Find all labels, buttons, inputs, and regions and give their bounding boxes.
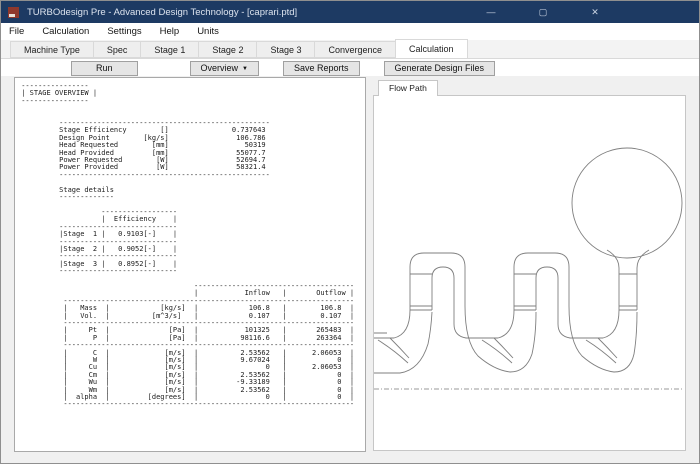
impeller3-blade-edges	[585, 337, 618, 364]
tab-convergence[interactable]: Convergence	[314, 41, 397, 58]
tab-stage-1[interactable]: Stage 1	[140, 41, 200, 58]
tab-flow-path[interactable]: Flow Path	[378, 80, 438, 96]
tab-stage-2[interactable]: Stage 2	[198, 41, 258, 58]
menu-file[interactable]: File	[1, 26, 33, 37]
stage1-inner-notch	[431, 266, 455, 324]
maximize-icon[interactable]: ▢	[529, 1, 557, 23]
run-button[interactable]: Run	[71, 60, 138, 76]
impeller2-bowl	[464, 305, 537, 373]
volute-circle	[571, 147, 683, 259]
flow-path-diagram	[374, 147, 683, 390]
chevron-down-icon: ▼	[242, 65, 248, 72]
stage2-inner-notch	[535, 266, 559, 324]
impeller2-blade-edges	[481, 337, 514, 364]
menu-bar: File Calculation Settings Help Units	[1, 23, 699, 40]
window-title: TURBOdesign Pre - Advanced Design Techno…	[27, 6, 298, 18]
content-area: ---------------- | STAGE OVERVIEW | ----…	[1, 76, 699, 463]
menu-help[interactable]: Help	[151, 26, 189, 37]
tab-calculation[interactable]: Calculation	[395, 39, 468, 58]
flow-path-panel	[373, 95, 686, 451]
stage1-2-crossover	[453, 309, 515, 339]
stage2-return-arch	[513, 252, 570, 310]
overview-label: Overview	[200, 62, 239, 73]
stage-overview-report-panel[interactable]: ---------------- | STAGE OVERVIEW | ----…	[14, 77, 366, 452]
stage1-return-arch	[409, 252, 466, 310]
minimize-icon[interactable]: —	[477, 1, 505, 23]
tab-spec[interactable]: Spec	[92, 41, 142, 58]
app-icon	[8, 6, 19, 18]
app-window: TURBOdesign Pre - Advanced Design Techno…	[0, 0, 700, 464]
impeller3-bowl	[568, 305, 638, 373]
stage-overview-report: ---------------- | STAGE OVERVIEW | ----…	[21, 82, 355, 409]
save-reports-button[interactable]: Save Reports	[282, 60, 360, 76]
main-tab-strip: Machine Type Spec Stage 1 Stage 2 Stage …	[1, 39, 699, 59]
inlet-channel	[374, 309, 411, 339]
menu-units[interactable]: Units	[188, 26, 228, 37]
menu-calculation[interactable]: Calculation	[33, 26, 98, 37]
vane-row-ticks	[410, 273, 637, 311]
menu-settings[interactable]: Settings	[98, 26, 150, 37]
overview-dropdown[interactable]: Overview ▼	[189, 60, 259, 76]
volute-neck	[606, 249, 650, 310]
close-icon[interactable]: ✕	[581, 1, 609, 23]
tab-stage-3[interactable]: Stage 3	[256, 41, 316, 58]
impeller1-blade-edges	[377, 337, 410, 364]
stage2-3-crossover	[557, 309, 620, 339]
generate-design-files-button[interactable]: Generate Design Files	[383, 60, 496, 76]
titlebar: TURBOdesign Pre - Advanced Design Techno…	[1, 1, 699, 23]
tab-machine-type[interactable]: Machine Type	[10, 41, 94, 58]
